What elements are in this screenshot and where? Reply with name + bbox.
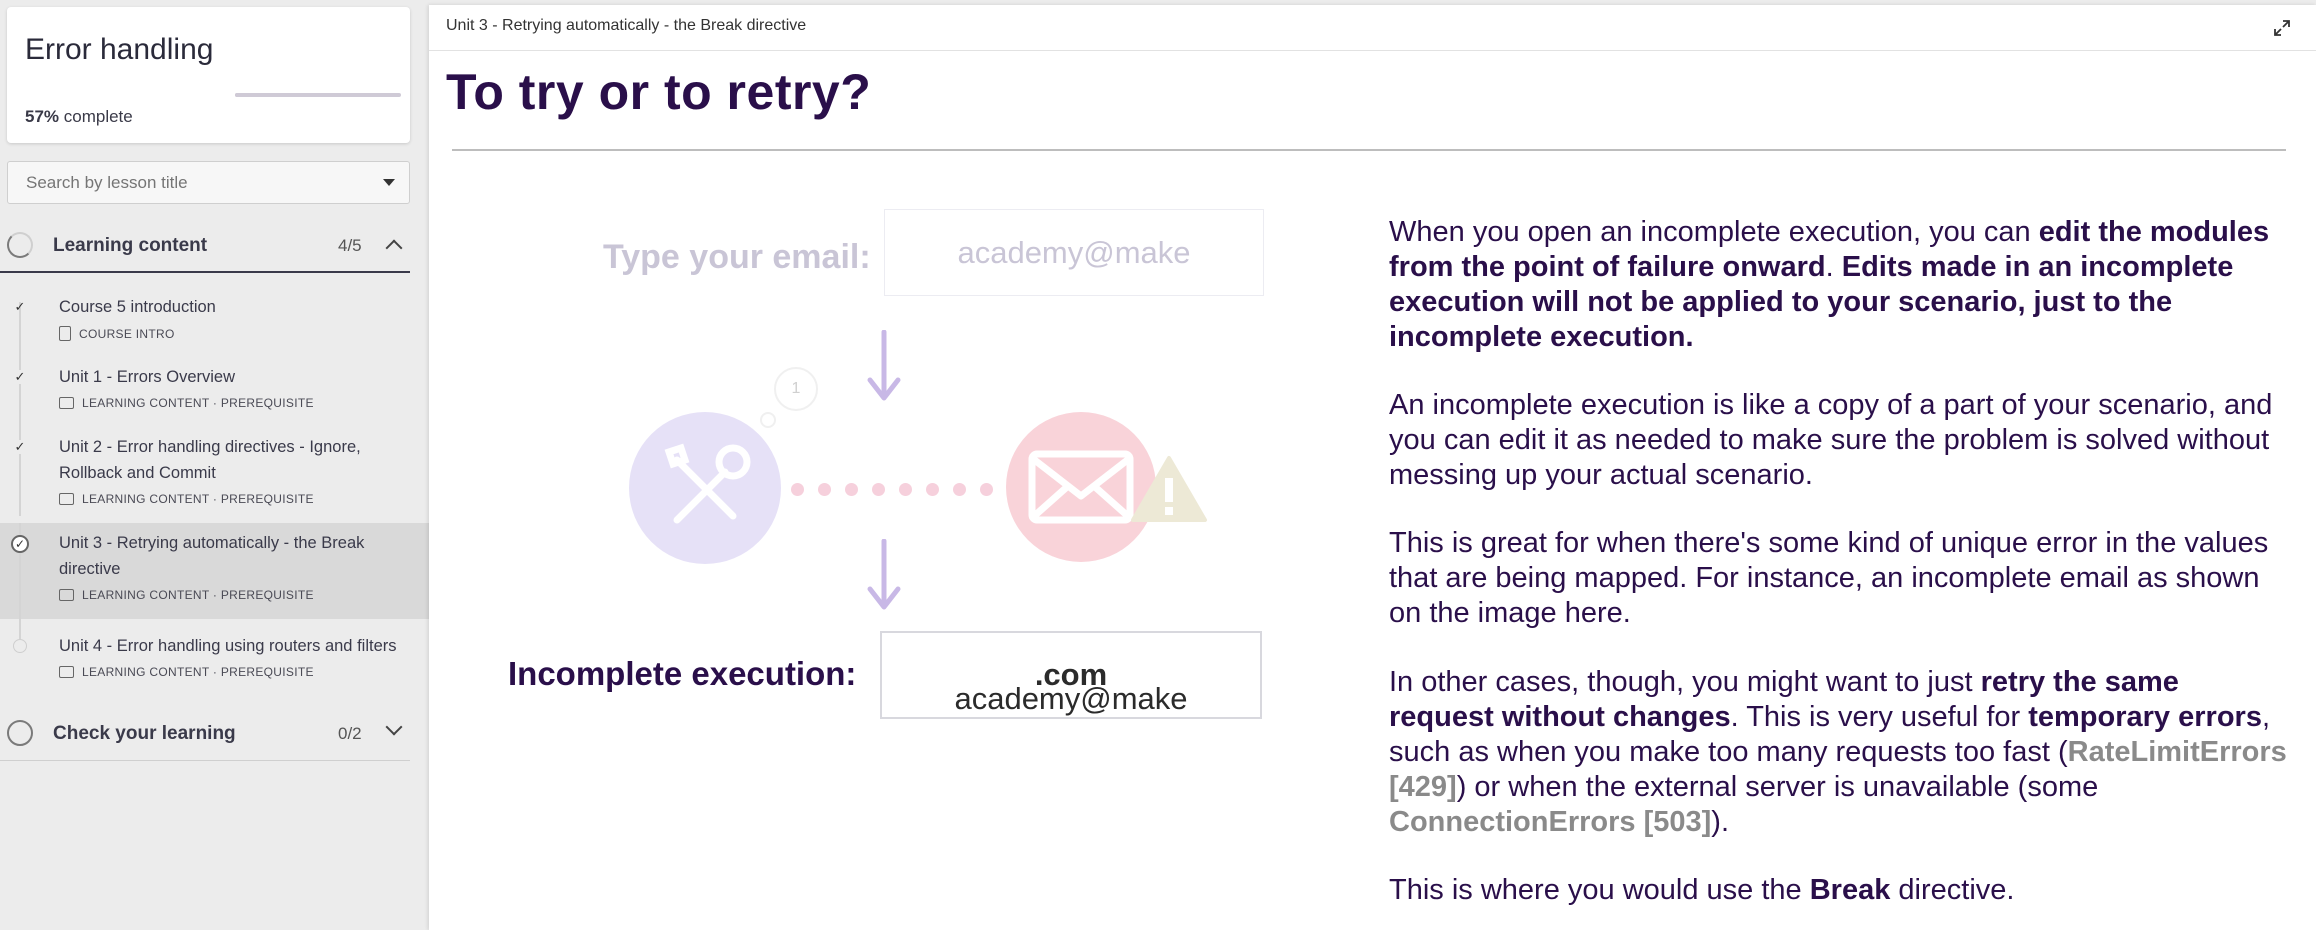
text-run: . This is very useful for bbox=[1730, 701, 2029, 733]
lesson-meta: LEARNING CONTENT · PREREQUISITE bbox=[59, 665, 314, 679]
paragraph-5: This is where you would use the Break di… bbox=[1389, 873, 2289, 908]
section-check-your-learning[interactable]: Check your learning 0/2 bbox=[0, 705, 410, 761]
empty-circle-icon bbox=[7, 720, 33, 746]
progress-percent: 57% bbox=[25, 107, 60, 126]
tools-icon bbox=[664, 443, 751, 524]
text-run: This is where you would use the bbox=[1389, 874, 1810, 906]
document-icon bbox=[59, 326, 71, 341]
connector-dot bbox=[926, 483, 939, 496]
lesson-meta: LEARNING CONTENT · PREREQUISITE bbox=[59, 588, 314, 602]
text-emphasis: Break bbox=[1809, 874, 1891, 906]
text-run: directive. bbox=[1890, 874, 2015, 906]
incomplete-execution-illustration: Type your email: academy@make 1 Incomple… bbox=[429, 155, 1329, 755]
connector-dot bbox=[818, 483, 831, 496]
lesson-item[interactable]: Unit 4 - Error handling using routers an… bbox=[0, 619, 429, 689]
connector-dot bbox=[980, 483, 993, 496]
connector-dot bbox=[845, 483, 858, 496]
paragraph-3: This is great for when there's some kind… bbox=[1389, 527, 2269, 629]
lesson-item[interactable]: ✓ Course 5 introduction COURSE INTRO bbox=[0, 280, 429, 350]
lesson-meta-text: COURSE INTRO bbox=[79, 327, 175, 341]
faded-email-label: Type your email: bbox=[603, 238, 871, 276]
chevron-up-icon[interactable] bbox=[385, 239, 403, 257]
empty-circle-icon bbox=[13, 639, 27, 653]
lesson-item-current[interactable]: ✓ Unit 3 - Retrying automatically - the … bbox=[0, 523, 429, 619]
search-input[interactable] bbox=[26, 162, 366, 203]
progress-text: 57% complete bbox=[25, 107, 133, 127]
text-run: In other cases, though, you might want t… bbox=[1389, 666, 1981, 698]
lesson-title: Unit 2 - Error handling directives - Ign… bbox=[59, 438, 361, 482]
faded-email-field: academy@make bbox=[884, 209, 1264, 296]
faded-email-value: academy@make bbox=[957, 235, 1191, 270]
connector-dot bbox=[953, 483, 966, 496]
lesson-meta: LEARNING CONTENT · PREREQUISITE bbox=[59, 396, 314, 410]
connector-dot bbox=[791, 483, 804, 496]
lesson-item[interactable]: ✓ Unit 2 - Error handling directives - I… bbox=[0, 420, 429, 516]
lesson-search[interactable] bbox=[7, 161, 410, 204]
course-title: Error handling bbox=[25, 33, 214, 66]
check-icon: ✓ bbox=[13, 369, 27, 384]
lesson-topbar: Unit 3 - Retrying automatically - the Br… bbox=[429, 5, 2316, 51]
lesson-rail bbox=[19, 619, 21, 639]
course-sidebar: Error handling 57% complete Learning con… bbox=[0, 0, 429, 930]
arrow-down-icon bbox=[867, 330, 901, 401]
lesson-meta-text: LEARNING CONTENT · PREREQUISITE bbox=[82, 492, 314, 506]
course-card: Error handling 57% complete bbox=[7, 7, 410, 143]
slides-icon bbox=[59, 589, 74, 601]
lesson-title: Unit 3 - Retrying automatically - the Br… bbox=[59, 534, 365, 578]
paragraph-4: In other cases, though, you might want t… bbox=[1389, 665, 2289, 840]
slides-icon bbox=[59, 666, 74, 678]
chevron-down-icon[interactable] bbox=[383, 179, 395, 186]
text-run: ) or when the external server is unavail… bbox=[1456, 771, 2099, 803]
expand-icon[interactable] bbox=[2272, 18, 2292, 38]
progress-label: complete bbox=[59, 107, 133, 126]
warning-icon bbox=[1131, 456, 1207, 522]
counter-bubble: 1 bbox=[774, 367, 818, 411]
lesson-item[interactable]: ✓ Unit 1 - Errors Overview LEARNING CONT… bbox=[0, 350, 429, 420]
lesson-meta-text: LEARNING CONTENT · PREREQUISITE bbox=[82, 588, 314, 602]
progress-bar bbox=[235, 93, 401, 97]
check-circle-icon: ✓ bbox=[11, 535, 29, 553]
incomplete-execution-field: academy@make .com bbox=[880, 631, 1262, 719]
text-run: . bbox=[1825, 251, 1842, 283]
lesson-meta: LEARNING CONTENT · PREREQUISITE bbox=[59, 492, 314, 506]
arrow-down-icon bbox=[867, 539, 901, 610]
connector-dot bbox=[872, 483, 885, 496]
section-learning-content[interactable]: Learning content 4/5 bbox=[0, 217, 410, 273]
lesson-title: Unit 4 - Error handling using routers an… bbox=[59, 637, 397, 655]
incomplete-execution-label: Incomplete execution: bbox=[508, 655, 857, 692]
email-prefix: academy@make bbox=[954, 681, 1188, 716]
slides-icon bbox=[59, 493, 74, 505]
paragraph-1: When you open an incomplete execution, y… bbox=[1389, 215, 2289, 355]
lesson-meta-text: LEARNING CONTENT · PREREQUISITE bbox=[82, 396, 314, 410]
breadcrumb: Unit 3 - Retrying automatically - the Br… bbox=[446, 17, 807, 34]
progress-bar-fill bbox=[235, 93, 330, 97]
text-emphasis: temporary errors bbox=[2028, 701, 2262, 733]
section-count: 0/2 bbox=[338, 724, 362, 743]
paragraph-2: An incomplete execution is like a copy o… bbox=[1389, 389, 2273, 491]
section-count: 4/5 bbox=[338, 236, 362, 255]
text-run: When you open an incomplete execution, y… bbox=[1389, 216, 2039, 248]
text-run: ). bbox=[1711, 806, 1730, 838]
lesson-meta: COURSE INTRO bbox=[59, 326, 175, 341]
page-title: To try or to retry? bbox=[446, 64, 872, 120]
tools-module bbox=[629, 412, 781, 564]
progress-ring-icon bbox=[7, 232, 33, 258]
lesson-title: Course 5 introduction bbox=[59, 298, 216, 316]
check-icon: ✓ bbox=[13, 439, 27, 454]
connector-dot bbox=[899, 483, 912, 496]
section-title: Check your learning bbox=[53, 723, 236, 744]
lesson-title: Unit 1 - Errors Overview bbox=[59, 368, 236, 386]
lesson-rail bbox=[19, 350, 21, 420]
section-title: Learning content bbox=[53, 235, 208, 256]
check-icon: ✓ bbox=[14, 299, 26, 314]
slides-icon bbox=[59, 397, 74, 409]
error-code: ConnectionErrors [503] bbox=[1389, 806, 1712, 838]
lesson-meta-text: LEARNING CONTENT · PREREQUISITE bbox=[82, 665, 314, 679]
incomplete-email-value: academy@make .com bbox=[882, 657, 1260, 716]
lesson-content-panel: Unit 3 - Retrying automatically - the Br… bbox=[429, 5, 2316, 930]
title-divider bbox=[452, 149, 2286, 151]
lesson-rail bbox=[19, 420, 21, 516]
chevron-down-icon[interactable] bbox=[385, 718, 403, 736]
